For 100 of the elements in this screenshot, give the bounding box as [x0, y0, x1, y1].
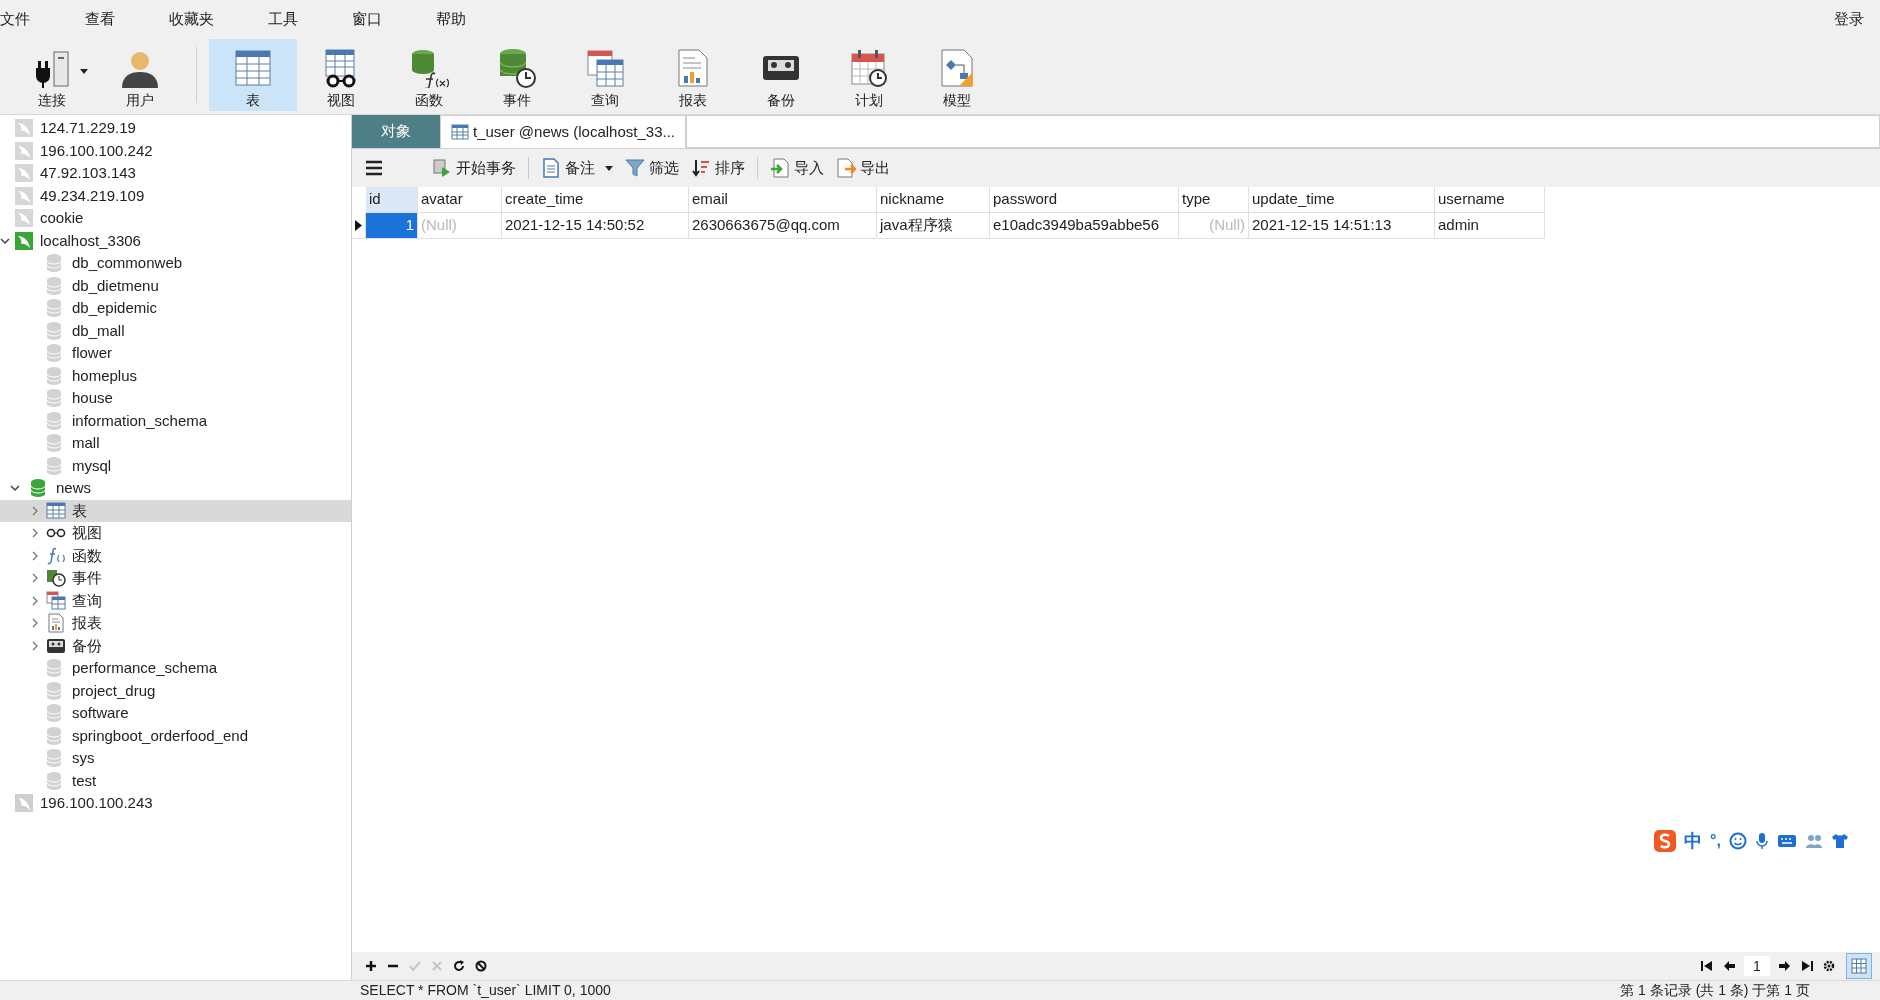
chevron-down-icon[interactable]	[10, 483, 20, 494]
toolbar-button[interactable]: 函数	[385, 39, 473, 111]
query-tables-icon	[46, 590, 66, 611]
menu-item[interactable]: 工具	[241, 7, 325, 31]
tree-item[interactable]: 47.92.103.143	[0, 162, 351, 185]
menu-item[interactable]: 查看	[58, 7, 142, 31]
punctuation-mode[interactable]: °,	[1710, 829, 1721, 853]
toolbar-button[interactable]: 备份	[737, 39, 825, 111]
menu-item[interactable]: 帮助	[409, 7, 493, 31]
report-chart-icon	[46, 613, 66, 634]
table-cell[interactable]: 2021-12-15 14:50:52	[502, 213, 689, 239]
column-header[interactable]: type	[1179, 187, 1249, 213]
chevron-right-icon[interactable]	[30, 528, 40, 539]
tree-item[interactable]: db_dietmenu	[0, 274, 351, 297]
toolbar-button[interactable]: 表	[209, 39, 297, 111]
chevron-right-icon[interactable]	[30, 640, 40, 651]
sogou-logo-icon	[1654, 830, 1676, 852]
chevron-right-icon[interactable]	[30, 550, 40, 561]
tree-item[interactable]: 事件	[0, 567, 351, 590]
login-link[interactable]: 登录	[1834, 7, 1864, 31]
toolbar-button[interactable]: 导出	[832, 154, 894, 182]
column-header[interactable]: password	[990, 187, 1179, 213]
tree-item[interactable]: 视图	[0, 522, 351, 545]
toolbar-button[interactable]: 模型	[913, 39, 1001, 111]
tree-item[interactable]: db_epidemic	[0, 297, 351, 320]
tree-item[interactable]: 备份	[0, 634, 351, 657]
tree-item[interactable]: springboot_orderfood_end	[0, 724, 351, 747]
table-cell[interactable]: 1	[366, 213, 418, 239]
column-header[interactable]: nickname	[877, 187, 990, 213]
tree-item[interactable]: homeplus	[0, 364, 351, 387]
tree-item[interactable]: 查询	[0, 589, 351, 612]
tab[interactable]: t_user @news (localhost_33...	[440, 115, 686, 148]
chevron-right-icon[interactable]	[30, 505, 40, 516]
database-function-icon	[409, 48, 449, 88]
table-icon	[233, 48, 273, 88]
page-field[interactable]: 1	[1744, 956, 1770, 976]
toolbar-button[interactable]: 筛选	[621, 154, 683, 182]
toolbar-button[interactable]: 备注	[537, 154, 617, 182]
tree-item[interactable]: 196.100.100.242	[0, 139, 351, 162]
tree-item[interactable]: project_drug	[0, 679, 351, 702]
column-header[interactable]: update_time	[1249, 187, 1435, 213]
toolbar-button[interactable]: 报表	[649, 39, 737, 111]
chevron-right-icon[interactable]	[30, 573, 40, 584]
toolbar-button[interactable]: 视图	[297, 39, 385, 111]
tree-item[interactable]: sys	[0, 747, 351, 770]
table-cell[interactable]: 2630663675@qq.com	[689, 213, 877, 239]
tree-item[interactable]: mysql	[0, 454, 351, 477]
toolbar-button[interactable]: 导入	[766, 154, 828, 182]
tree-item[interactable]: flower	[0, 342, 351, 365]
tree-item[interactable]: 表	[0, 499, 351, 522]
chevron-right-icon[interactable]	[30, 618, 40, 629]
tree-item[interactable]: cookie	[0, 207, 351, 230]
menu-item[interactable]: 收藏夹	[142, 7, 241, 31]
column-header[interactable]: avatar	[418, 187, 502, 213]
tree-item[interactable]: db_mall	[0, 319, 351, 342]
toolbar-button[interactable]: 用户	[96, 39, 184, 111]
toolbar-button[interactable]: 计划	[825, 39, 913, 111]
table-play-icon	[432, 158, 452, 178]
toolbar-button[interactable]: 排序	[687, 154, 749, 182]
chevron-down-icon[interactable]	[0, 235, 10, 246]
toolbar-button[interactable]: 连接	[8, 39, 96, 111]
tree-item[interactable]: 196.100.100.243	[0, 792, 351, 815]
column-header[interactable]: id	[366, 187, 418, 213]
toolbar-button[interactable]: 查询	[561, 39, 649, 111]
toolbar-button[interactable]: 开始事务	[428, 154, 520, 182]
settings-icon	[1823, 960, 1835, 972]
checkmark-icon	[409, 960, 421, 972]
column-header[interactable]: create_time	[502, 187, 689, 213]
record-info: 第 1 条记录 (共 1 条) 于第 1 页	[1620, 981, 1811, 1000]
language-mode[interactable]: 中	[1684, 827, 1702, 855]
first-page-icon	[1701, 960, 1713, 972]
database-clock-icon	[46, 568, 66, 589]
menu-item[interactable]: 窗口	[325, 7, 409, 31]
tree-item[interactable]: localhost_3306	[0, 229, 351, 252]
tab[interactable]: 对象	[352, 115, 440, 148]
plus-icon	[365, 960, 377, 972]
chevron-right-icon[interactable]	[30, 595, 40, 606]
tree-item[interactable]: performance_schema	[0, 657, 351, 680]
table-cell[interactable]: e10adc3949ba59abbe56	[990, 213, 1179, 239]
tree-item[interactable]: mall	[0, 432, 351, 455]
tree-item[interactable]: news	[0, 477, 351, 500]
column-header[interactable]: email	[689, 187, 877, 213]
column-header[interactable]: username	[1435, 187, 1545, 213]
calendar-clock-icon	[849, 48, 889, 88]
tree-item[interactable]: db_commonweb	[0, 252, 351, 275]
toolbar-button[interactable]: 事件	[473, 39, 561, 111]
tree-item[interactable]: 49.234.219.109	[0, 184, 351, 207]
table-cell[interactable]: java程序猿	[877, 213, 990, 239]
tree-item[interactable]: software	[0, 702, 351, 725]
menu-item[interactable]: 文件	[0, 7, 58, 31]
tree-item[interactable]: house	[0, 387, 351, 410]
table-cell[interactable]: 2021-12-15 14:51:13	[1249, 213, 1435, 239]
tree-item[interactable]: information_schema	[0, 409, 351, 432]
tree-item[interactable]: 报表	[0, 612, 351, 635]
import-icon	[770, 158, 790, 178]
table-cell[interactable]: admin	[1435, 213, 1545, 239]
tree-item[interactable]: 函数	[0, 544, 351, 567]
tree-item[interactable]: test	[0, 769, 351, 792]
tree-item[interactable]: 124.71.229.19	[0, 117, 351, 140]
grid-view-button[interactable]	[1846, 953, 1872, 979]
